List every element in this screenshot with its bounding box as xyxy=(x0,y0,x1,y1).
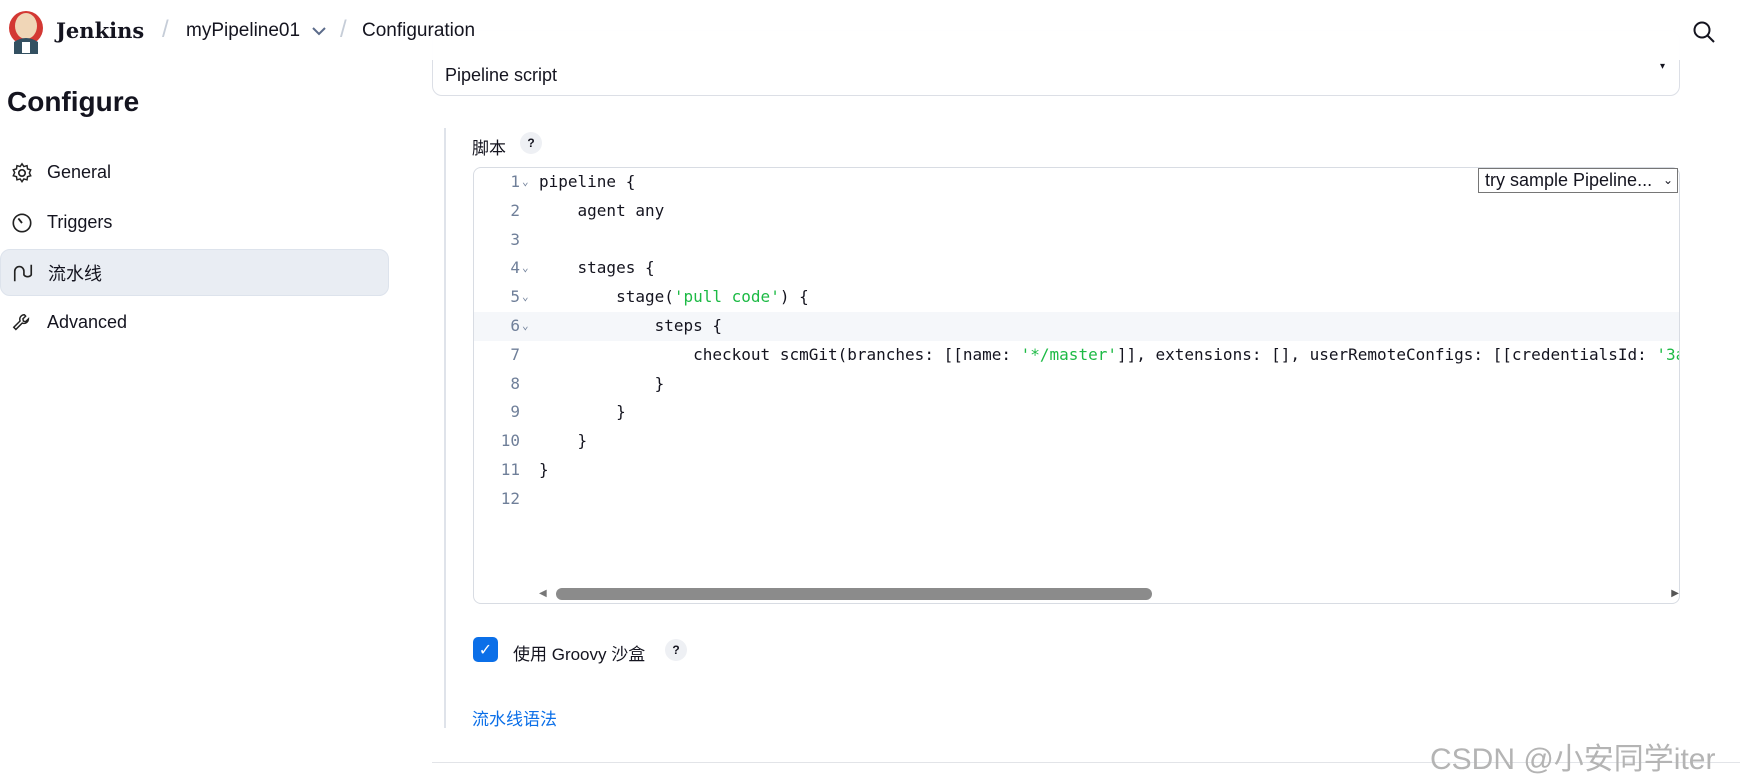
sidebar-item-pipeline[interactable]: 流水线 xyxy=(0,249,389,296)
code-token: pipeline { xyxy=(539,172,636,191)
code-text: stages { xyxy=(539,254,655,283)
chevron-down-icon: ▾ xyxy=(1659,61,1665,72)
line-number: 8 xyxy=(510,373,520,393)
line-number: 3 xyxy=(510,229,520,249)
code-text: stage('pull code') { xyxy=(539,283,809,312)
breadcrumb-separator: / xyxy=(162,16,169,43)
sidebar-item-advanced[interactable]: Advanced xyxy=(0,299,389,346)
breadcrumb-job[interactable]: myPipeline01 xyxy=(186,20,300,42)
line-number: 10 xyxy=(500,431,520,451)
code-line[interactable]: 8 } xyxy=(474,370,1679,399)
code-token: ) { xyxy=(779,287,809,307)
line-number: 1 xyxy=(510,172,520,191)
code-line[interactable]: 2 agent any xyxy=(474,197,1679,226)
gear-icon xyxy=(12,162,32,183)
check-icon: ✓ xyxy=(478,641,493,659)
code-text: } xyxy=(539,456,549,485)
watermark: CSDN @小安同学iter xyxy=(1430,743,1716,776)
sidebar-item-triggers[interactable]: Triggers xyxy=(0,199,389,246)
breadcrumb-configuration[interactable]: Configuration xyxy=(362,20,475,42)
code-token: steps { xyxy=(539,316,723,335)
code-text: agent any xyxy=(539,197,665,226)
code-token: agent any xyxy=(539,200,665,220)
pipeline-syntax-link[interactable]: 流水线语法 xyxy=(472,705,557,730)
string-token: '*/master' xyxy=(1020,344,1117,364)
code-text: pipeline { xyxy=(539,168,635,197)
string-token: 'pull code' xyxy=(673,287,780,307)
line-number: 7 xyxy=(510,344,520,364)
code-text: steps { xyxy=(539,312,722,341)
code-token: } xyxy=(539,373,665,393)
code-line[interactable]: 12 xyxy=(474,485,1679,514)
sidebar-item-label: General xyxy=(47,162,112,182)
script-help-button[interactable]: ? xyxy=(520,132,542,154)
top-bar: Jenkins / myPipeline01 / Configuration xyxy=(0,0,1740,60)
script-label: 脚本 xyxy=(472,139,506,158)
definition-select-value: Pipeline script xyxy=(445,65,558,85)
code-text: checkout scmGit(branches: [[name: '*/mas… xyxy=(539,341,1679,370)
code-line[interactable]: 4 ⌄ stages { xyxy=(474,254,1679,283)
scroll-right-icon[interactable]: ▶ xyxy=(1671,588,1679,599)
fold-chevron-icon[interactable]: ⌄ xyxy=(522,254,529,283)
pipeline-icon xyxy=(13,264,33,281)
sandbox-help-button[interactable]: ? xyxy=(665,639,687,661)
sidebar-item-general[interactable]: General xyxy=(0,149,389,196)
brand[interactable]: Jenkins xyxy=(56,18,144,43)
sidebar-item-label: Advanced xyxy=(47,312,128,332)
wrench-icon xyxy=(12,313,30,330)
code-token: stages { xyxy=(539,258,655,278)
breadcrumb-separator: / xyxy=(340,16,347,43)
line-number: 5 xyxy=(510,287,520,307)
groovy-sandbox-checkbox[interactable]: ✓ xyxy=(473,637,498,662)
string-token: '3a xyxy=(1656,344,1679,364)
fold-chevron-icon[interactable]: ⌄ xyxy=(522,168,529,197)
timer-icon xyxy=(12,212,32,233)
fold-chevron-icon[interactable]: ⌄ xyxy=(522,312,529,341)
chevron-down-icon[interactable] xyxy=(312,26,326,36)
scrollbar-thumb[interactable] xyxy=(556,588,1152,600)
sample-select-value: try sample Pipeline... xyxy=(1485,170,1653,190)
jenkins-logo[interactable] xyxy=(8,8,44,54)
code-token: checkout scmGit(branches: [[name: xyxy=(539,344,1021,364)
fold-chevron-icon[interactable]: ⌄ xyxy=(522,283,529,312)
code-token: } xyxy=(539,460,549,479)
page-title: Configure xyxy=(7,86,140,117)
code-text: } xyxy=(539,427,588,456)
line-number: 6 xyxy=(510,316,520,335)
code-line[interactable]: 7 checkout scmGit(branches: [[name: '*/m… xyxy=(474,341,1679,370)
code-line[interactable]: 11} xyxy=(474,456,1679,485)
section-divider xyxy=(444,128,446,728)
line-number: 2 xyxy=(510,200,520,220)
sample-pipeline-select[interactable]: try sample Pipeline... ⌄ xyxy=(1478,168,1678,193)
code-text: } xyxy=(539,370,665,399)
line-number: 9 xyxy=(510,402,520,422)
search-icon[interactable] xyxy=(1692,20,1716,44)
code-token: } xyxy=(539,402,626,422)
code-token: ]], extensions: [], userRemoteConfigs: [… xyxy=(1116,344,1657,364)
code-line[interactable]: 5 ⌄ stage('pull code') { xyxy=(474,283,1679,312)
code-line[interactable]: 10 } xyxy=(474,427,1679,456)
code-line[interactable]: 3 xyxy=(474,226,1679,255)
code-line[interactable]: 6 ⌄ steps { xyxy=(474,312,1679,341)
code-token: } xyxy=(539,431,588,451)
scroll-left-icon[interactable]: ◀ xyxy=(539,588,547,599)
script-editor[interactable]: 1 ⌄ pipeline {2 agent any 3 4 ⌄ stages {5 ⌄ st… xyxy=(473,167,1680,604)
line-number: 4 xyxy=(510,258,520,278)
sidebar-item-label: 流水线 xyxy=(48,263,102,284)
groovy-sandbox-label: 使用 Groovy 沙盒 xyxy=(513,645,646,664)
code-text: } xyxy=(539,398,626,427)
code-token: stage( xyxy=(539,287,674,307)
line-number: 12 xyxy=(500,488,520,508)
sidebar-item-label: Triggers xyxy=(47,212,113,232)
chevron-down-icon: ⌄ xyxy=(1662,173,1673,187)
line-number: 11 xyxy=(500,460,520,479)
code-line[interactable]: 9 } xyxy=(474,398,1679,427)
